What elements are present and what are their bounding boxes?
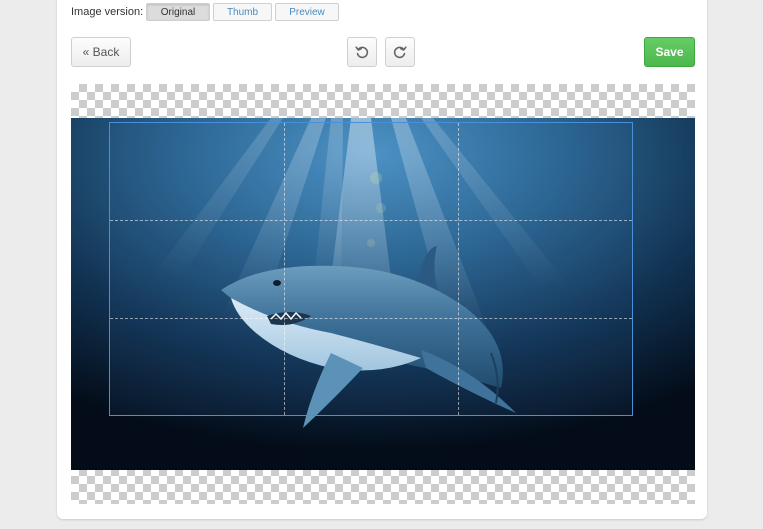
crop-grid-line: [283, 123, 285, 415]
image-crop-canvas[interactable]: [71, 84, 695, 504]
crop-grid-line: [110, 220, 632, 222]
crop-selection[interactable]: [109, 122, 633, 416]
rotate-right-button[interactable]: [385, 37, 415, 67]
version-preview-button[interactable]: Preview: [275, 3, 339, 21]
version-original-button[interactable]: Original: [146, 3, 210, 21]
rotate-left-button[interactable]: [347, 37, 377, 67]
image-version-label: Image version:: [71, 6, 144, 18]
back-button[interactable]: « Back: [71, 37, 131, 67]
rotate-cw-icon: [393, 45, 407, 59]
crop-grid-line: [110, 317, 632, 319]
save-button[interactable]: Save: [644, 37, 695, 67]
rotate-ccw-icon: [355, 45, 369, 59]
image-version-selector: Original Thumb Preview: [146, 3, 339, 21]
crop-grid-line: [457, 123, 459, 415]
version-thumb-button[interactable]: Thumb: [213, 3, 272, 21]
